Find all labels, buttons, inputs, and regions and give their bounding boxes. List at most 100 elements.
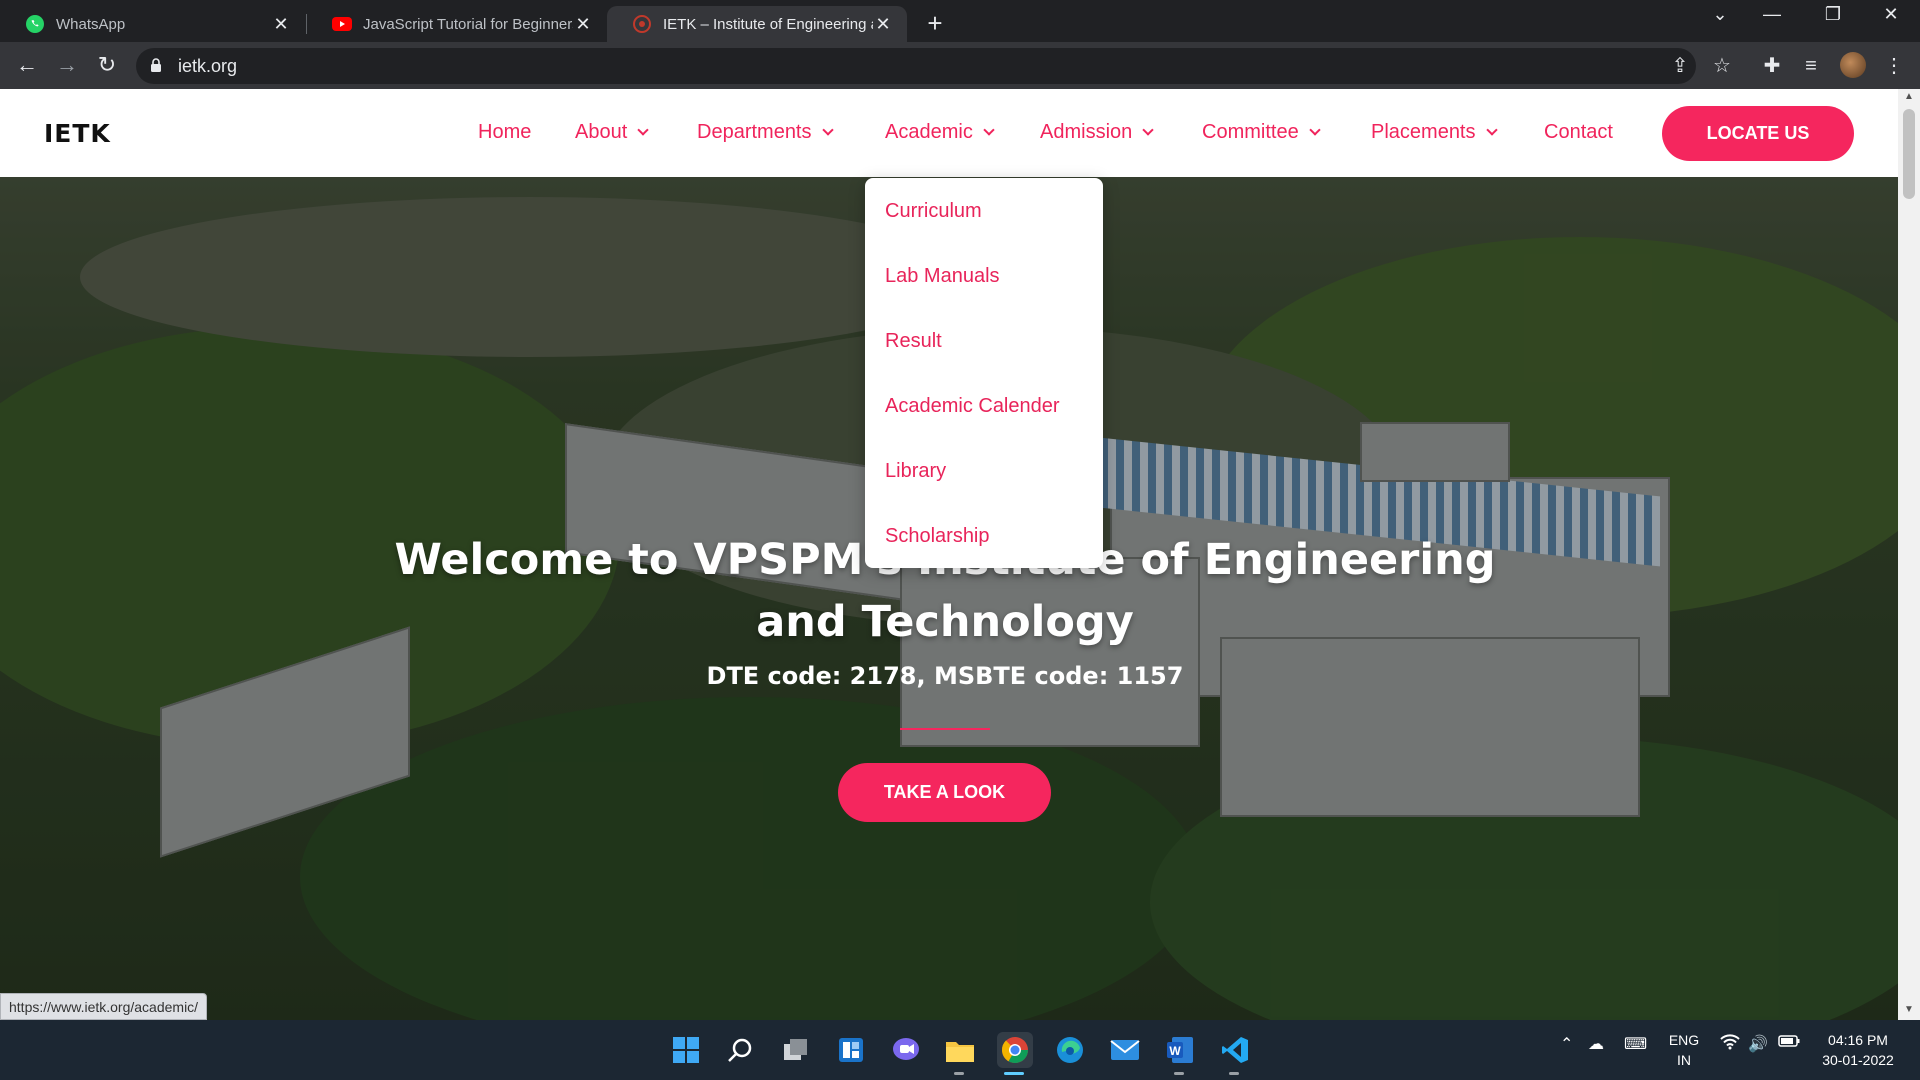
running-indicator [954,1072,964,1075]
reload-button[interactable]: ↻ [92,50,122,80]
task-view-icon[interactable] [778,1032,814,1068]
windows-taskbar: W ⌃ ☁ ⌨ ENG IN 🔊 04:16 PM 30-01-2022 [0,1020,1920,1080]
chevron-down-icon [637,124,649,136]
widgets-icon[interactable] [833,1032,869,1068]
mail-icon[interactable] [1107,1032,1143,1068]
nav-label: Home [478,121,532,143]
site-logo[interactable]: IETK [44,119,111,148]
nav-contact[interactable]: Contact [1544,121,1613,144]
nav-academic[interactable]: Academic [885,121,995,144]
nav-admission[interactable]: Admission [1040,121,1154,144]
edge-icon[interactable] [1052,1032,1088,1068]
chevron-down-icon [821,124,834,136]
nav-label: Admission [1040,121,1133,143]
keyboard-icon[interactable]: ⌨ [1624,1034,1647,1054]
bookmark-star-icon[interactable]: ☆ [1708,52,1736,80]
browser-toolbar: ← → ↻ ietk.org ⇪ ☆ ✚ ≡ ⋮ [0,42,1920,89]
input-language[interactable]: ENG IN [1666,1030,1702,1070]
volume-icon[interactable]: 🔊 [1748,1034,1768,1054]
tab-strip: WhatsApp ✕ JavaScript Tutorial for Begin… [0,0,1920,42]
share-icon[interactable]: ⇪ [1666,52,1694,80]
nav-label: Committee [1202,121,1299,143]
hero-subtitle: DTE code: 2178, MSBTE code: 1157 [706,662,1184,690]
restore-button[interactable]: ❐ [1813,4,1853,25]
running-indicator [1229,1072,1239,1075]
menu-item-result[interactable]: Result [885,330,942,353]
academic-dropdown-menu: Curriculum Lab Manuals Result Academic C… [865,178,1103,568]
close-tab-icon[interactable]: ✕ [271,14,291,35]
chevron-down-icon [1142,124,1154,136]
chrome-icon[interactable] [997,1032,1033,1068]
scrollbar-thumb[interactable] [1903,109,1915,199]
lang-region: IN [1677,1052,1691,1068]
close-tab-icon[interactable]: ✕ [573,14,593,35]
youtube-icon [331,13,353,35]
close-window-button[interactable]: ✕ [1871,4,1911,25]
tab-youtube[interactable]: JavaScript Tutorial for Beginners: ✕ [307,6,607,42]
nav-about[interactable]: About [575,121,649,144]
teams-chat-icon[interactable] [888,1032,924,1068]
search-icon[interactable] [722,1032,758,1068]
extensions-icon[interactable]: ✚ [1758,52,1786,80]
menu-item-lab-manuals[interactable]: Lab Manuals [885,265,1000,288]
nav-departments[interactable]: Departments [697,121,834,144]
back-button[interactable]: ← [12,50,42,80]
nav-committee[interactable]: Committee [1202,121,1321,144]
nav-label: Placements [1371,121,1476,143]
nav-label: Departments [697,121,812,143]
page-scrollbar[interactable]: ▲ ▼ [1898,89,1920,1020]
hero-title-line-2: and Technology [756,597,1134,647]
lock-icon [151,58,161,72]
start-icon[interactable] [668,1032,704,1068]
scroll-down-arrow-icon[interactable]: ▼ [1898,1004,1920,1015]
tab-title: JavaScript Tutorial for Beginners: [363,15,573,33]
site-header: IETK Home About Departments Academic Adm… [0,89,1898,177]
take-a-look-button[interactable]: TAKE A LOOK [838,763,1051,822]
link-status-bar: https://www.ietk.org/academic/ [0,993,208,1020]
nav-label: Contact [1544,121,1613,143]
chevron-up-icon[interactable]: ⌃ [1560,1034,1573,1054]
menu-item-scholarship[interactable]: Scholarship [885,525,990,548]
menu-item-academic-calender[interactable]: Academic Calender [885,395,1060,418]
tab-search-icon[interactable]: ⌄ [1700,4,1740,25]
menu-item-curriculum[interactable]: Curriculum [885,200,982,223]
forward-button[interactable]: → [52,50,82,80]
media-control-icon[interactable]: ≡ [1797,52,1825,80]
chevron-down-icon [1309,124,1321,136]
svg-text:W: W [1169,1044,1181,1058]
address-bar[interactable]: ietk.org [136,48,1696,84]
web-page: IETK Home About Departments Academic Adm… [0,89,1898,1020]
chevron-down-icon [983,124,995,136]
close-tab-icon[interactable]: ✕ [873,14,893,35]
system-clock[interactable]: 04:16 PM 30-01-2022 [1816,1030,1900,1070]
address-text: ietk.org [178,56,238,76]
tab-ietk[interactable]: IETK – Institute of Engineering an ✕ [607,6,907,42]
tab-title: WhatsApp [56,15,126,33]
locate-us-button[interactable]: LOCATE US [1662,106,1854,161]
word-icon[interactable]: W [1162,1032,1198,1068]
active-indicator [1004,1072,1024,1075]
battery-icon[interactable] [1778,1034,1800,1052]
ietk-favicon [631,13,653,35]
vscode-icon[interactable] [1217,1032,1253,1068]
profile-avatar[interactable] [1840,52,1866,78]
tab-title: IETK – Institute of Engineering an [663,15,873,33]
chevron-down-icon [1485,124,1498,136]
scroll-up-arrow-icon[interactable]: ▲ [1898,91,1920,102]
onedrive-cloud-icon[interactable]: ☁ [1588,1034,1604,1054]
running-indicator [1174,1072,1184,1075]
minimize-button[interactable]: — [1752,4,1792,25]
lang-code: ENG [1668,1032,1700,1048]
menu-item-library[interactable]: Library [885,460,946,483]
file-explorer-icon[interactable] [942,1032,978,1068]
hero-divider [900,728,990,730]
menu-kebab-icon[interactable]: ⋮ [1880,52,1908,80]
whatsapp-icon [24,13,46,35]
wifi-icon[interactable] [1720,1034,1740,1055]
new-tab-button[interactable]: + [920,8,950,39]
tab-whatsapp[interactable]: WhatsApp ✕ [0,6,305,42]
clock-time: 04:16 PM [1828,1032,1888,1048]
nav-label: About [575,121,628,143]
nav-home[interactable]: Home [478,121,531,144]
nav-placements[interactable]: Placements [1371,121,1498,144]
